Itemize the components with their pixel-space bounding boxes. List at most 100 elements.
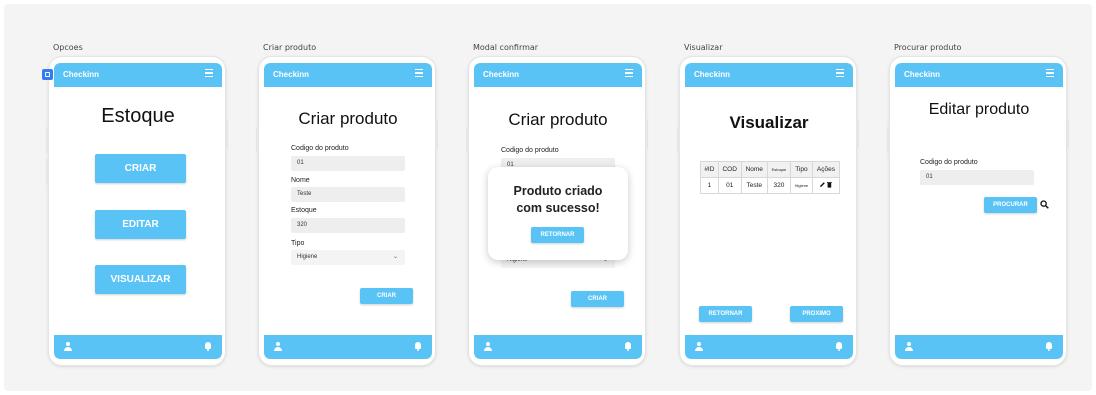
nome-input[interactable]: Teste: [291, 187, 405, 202]
bottom-bar: [54, 335, 222, 359]
design-canvas: Opcoes Checkinn Estoque CRIAR EDITAR VIS…: [4, 4, 1092, 391]
user-icon[interactable]: [905, 342, 913, 351]
criar-button[interactable]: CRIAR: [95, 154, 186, 183]
page-title: Editar produto: [928, 101, 1030, 118]
row-actions-icons: [819, 182, 832, 188]
phone-side-button: [856, 119, 859, 149]
tipo-selected-value: Higiene: [297, 254, 318, 260]
codigo-label: Codigo do produto: [920, 159, 978, 166]
codigo-label: Codigo do produto: [501, 147, 559, 154]
criar-submit-button[interactable]: CRIAR: [360, 288, 413, 304]
top-bar: Checkinn: [895, 63, 1063, 87]
cell-acoes: [811, 177, 841, 194]
codigo-input[interactable]: 01: [920, 170, 1034, 185]
menu-icon[interactable]: [1046, 69, 1054, 78]
bell-icon[interactable]: [414, 342, 422, 351]
menu-icon[interactable]: [625, 69, 633, 78]
screen-opcoes: Checkinn Estoque CRIAR EDITAR VISUALIZAR: [54, 63, 222, 359]
bottom-bar: [685, 335, 853, 359]
pencil-icon[interactable]: [819, 182, 825, 187]
frame-label-procurar-produto: Procurar produto: [894, 43, 962, 52]
user-icon[interactable]: [484, 342, 492, 351]
codigo-label: Codigo do produto: [291, 145, 349, 152]
app-title: Checkinn: [273, 70, 310, 79]
column-header-nome: Nome: [740, 161, 768, 178]
bell-icon[interactable]: [835, 342, 843, 351]
estoque-label: Estoque: [291, 207, 317, 214]
phone-side-button: [256, 127, 259, 153]
visualizar-button[interactable]: VISUALIZAR: [95, 265, 186, 294]
user-icon[interactable]: [64, 342, 72, 351]
cell-cod: 01: [717, 177, 742, 194]
table-header-row: #ID COD Nome Estoque Tipo Ações: [700, 161, 841, 178]
column-header-id: #ID: [700, 161, 719, 178]
top-bar: Checkinn: [264, 63, 432, 87]
app-title: Checkinn: [483, 70, 520, 79]
table-row: 1 01 Teste 320 Higiene: [700, 177, 841, 194]
phone-side-button: [1066, 119, 1069, 149]
phone-side-button: [46, 159, 49, 185]
search-icon[interactable]: [1040, 200, 1049, 209]
nome-label: Nome: [291, 177, 310, 184]
phone-side-button: [645, 119, 648, 149]
column-header-acoes: Ações: [811, 161, 841, 178]
app-title: Checkinn: [63, 70, 100, 79]
codigo-input[interactable]: 01: [291, 156, 405, 171]
phone-side-button: [225, 119, 228, 149]
app-title: Checkinn: [904, 70, 941, 79]
column-header-estoque: Estoque: [766, 161, 792, 178]
phone-side-button: [46, 127, 49, 153]
page-title: Criar produto: [298, 109, 398, 128]
proximo-button[interactable]: PROXIMO: [790, 306, 843, 322]
criar-submit-button[interactable]: CRIAR: [571, 291, 624, 307]
column-header-cod: COD: [717, 161, 742, 178]
screen-modal-confirmar: Checkinn Criar produto Codigo do produto…: [474, 63, 642, 359]
frame-marker-icon: [42, 69, 53, 80]
frame-label-modal-confirmar: Modal confirmar: [473, 43, 539, 52]
bell-icon[interactable]: [204, 342, 212, 351]
editar-button[interactable]: EDITAR: [95, 210, 186, 239]
tipo-select[interactable]: Higiene ⌄: [291, 250, 405, 265]
menu-icon[interactable]: [205, 69, 213, 78]
page-title: Visualizar: [729, 113, 809, 132]
frame-label-criar-produto: Criar produto: [263, 43, 317, 52]
phone-side-button: [466, 127, 469, 153]
frame-label-opcoes: Opcoes: [53, 43, 83, 52]
bell-icon[interactable]: [624, 342, 632, 351]
column-header-tipo: Tipo: [790, 161, 813, 178]
user-icon[interactable]: [695, 342, 703, 351]
phone-frame-procurar-produto: Checkinn Editar produto Codigo do produt…: [887, 56, 1069, 366]
top-bar: Checkinn: [54, 63, 222, 87]
bottom-bar: [264, 335, 432, 359]
phone-frame-visualizar: Checkinn Visualizar #ID COD Nome Estoque…: [677, 56, 859, 366]
frame-label-visualizar: Visualizar: [684, 43, 723, 52]
bottom-bar: [895, 335, 1063, 359]
trash-icon[interactable]: [826, 182, 832, 188]
phone-frame-modal-confirmar: Checkinn Criar produto Codigo do produto…: [466, 56, 648, 366]
app-title: Checkinn: [694, 70, 731, 79]
bell-icon[interactable]: [1045, 342, 1053, 351]
confirmation-modal: Produto criado com sucesso! RETORNAR: [488, 167, 628, 260]
page-title: Estoque: [101, 105, 175, 127]
cell-id: 1: [700, 177, 719, 194]
phone-side-button: [887, 127, 890, 153]
user-icon[interactable]: [274, 342, 282, 351]
top-bar: Checkinn: [474, 63, 642, 87]
cell-tipo: Higiene: [790, 177, 813, 194]
menu-icon[interactable]: [415, 69, 423, 78]
cell-estoque: 320: [766, 177, 792, 194]
page-title: Criar produto: [508, 110, 608, 129]
menu-icon[interactable]: [836, 69, 844, 78]
chevron-down-icon: ⌄: [392, 254, 398, 260]
estoque-input[interactable]: 320: [291, 218, 405, 233]
phone-frame-criar-produto: Checkinn Criar produto Codigo do produto…: [256, 56, 438, 366]
phone-side-button: [435, 119, 438, 149]
modal-message: Produto criado com sucesso!: [513, 184, 603, 215]
tipo-label: Tipo: [291, 240, 305, 247]
retornar-button[interactable]: RETORNAR: [531, 227, 584, 243]
phone-frame-opcoes: Checkinn Estoque CRIAR EDITAR VISUALIZAR: [46, 56, 228, 366]
procurar-button[interactable]: PROCURAR: [984, 197, 1037, 213]
cell-nome: Teste: [740, 177, 768, 194]
bottom-bar: [474, 335, 642, 359]
retornar-button[interactable]: RETORNAR: [699, 306, 752, 322]
